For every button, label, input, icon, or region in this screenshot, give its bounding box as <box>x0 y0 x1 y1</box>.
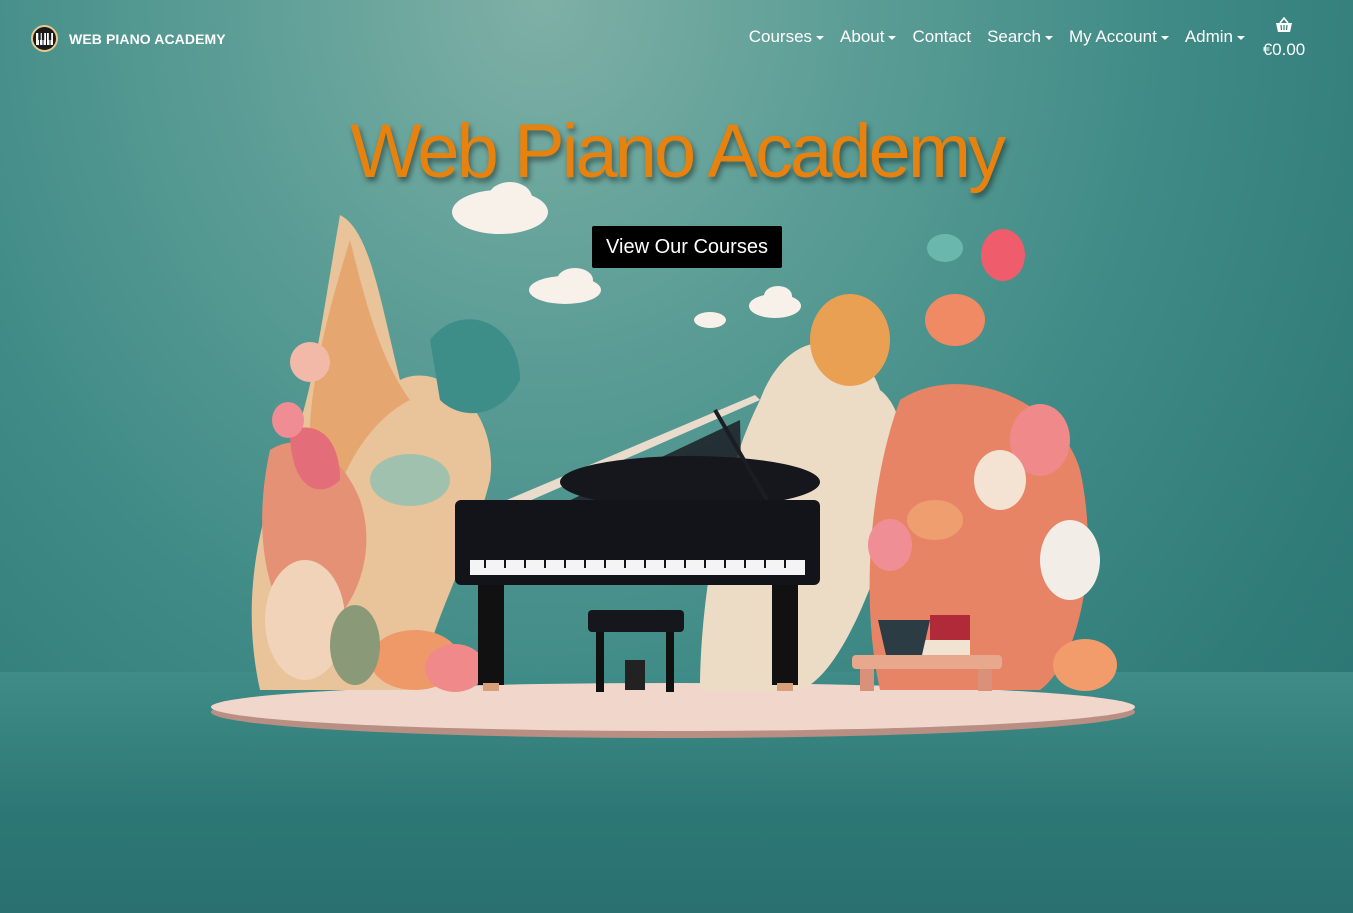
main-nav: Courses About Contact Search My Account … <box>749 27 1245 47</box>
nav-about[interactable]: About <box>840 27 897 47</box>
nav-my-account-label: My Account <box>1068 27 1157 46</box>
cart-total: €0.00 <box>1262 40 1306 59</box>
top-navbar: WEB PIANO ACADEMY Courses About Contact … <box>0 0 1353 80</box>
nav-my-account[interactable]: My Account <box>1069 27 1169 47</box>
nav-search-label: Search <box>987 27 1041 46</box>
view-courses-button[interactable]: View Our Courses <box>592 226 782 268</box>
nav-courses[interactable]: Courses <box>748 27 825 47</box>
caret-down-icon <box>816 36 825 40</box>
brand-name: WEB PIANO ACADEMY <box>69 30 226 47</box>
basket-icon <box>1275 16 1293 37</box>
nav-search[interactable]: Search <box>987 27 1053 47</box>
nav-courses-label: Courses <box>748 27 813 46</box>
nav-admin[interactable]: Admin <box>1185 27 1245 47</box>
hero-title: Web Piano Academy <box>349 109 1006 194</box>
caret-down-icon <box>1237 36 1245 40</box>
nav-contact-label: Contact <box>912 27 972 46</box>
nav-contact[interactable]: Contact <box>912 27 971 47</box>
caret-down-icon <box>1044 36 1053 40</box>
piano-keys-icon <box>31 25 58 52</box>
brand-link[interactable]: WEB PIANO ACADEMY <box>31 25 226 52</box>
cart-button[interactable]: €0.00 <box>1260 16 1308 60</box>
caret-down-icon <box>888 36 897 40</box>
nav-admin-label: Admin <box>1184 27 1233 46</box>
caret-down-icon <box>1160 36 1169 40</box>
nav-about-label: About <box>840 27 885 46</box>
